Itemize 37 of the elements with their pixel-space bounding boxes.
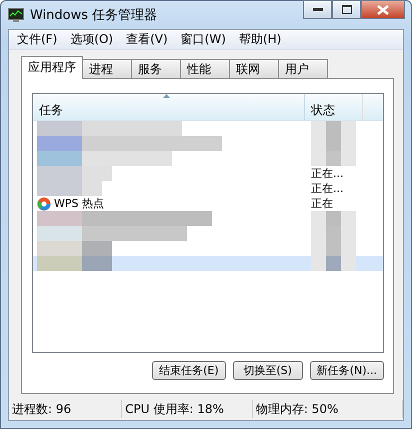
tab[interactable]: 应用程序 bbox=[21, 56, 83, 79]
selected-row[interactable] bbox=[33, 256, 383, 271]
task-status: 正在... bbox=[311, 182, 344, 195]
minimize-icon bbox=[312, 8, 322, 11]
task-status: 正在 bbox=[311, 197, 333, 210]
action-button[interactable]: 切换至(S) bbox=[232, 361, 303, 380]
task-name: WPS 热点 bbox=[54, 196, 104, 211]
menu-item[interactable]: 选项(O) bbox=[66, 31, 122, 48]
tab[interactable]: 用户 bbox=[278, 59, 328, 78]
maximize-icon bbox=[342, 5, 352, 14]
status-text: 进程数: 96 bbox=[9, 400, 122, 418]
column-header[interactable]: 任务 bbox=[33, 94, 305, 120]
sort-arrow-icon bbox=[163, 94, 170, 98]
app-icon bbox=[37, 196, 51, 210]
tab[interactable]: 进程 bbox=[82, 59, 132, 78]
close-icon bbox=[377, 4, 389, 14]
monitor-icon bbox=[8, 8, 24, 22]
menu-item[interactable]: 帮助(H) bbox=[234, 31, 290, 48]
table-row[interactable]: 正在... bbox=[33, 181, 383, 196]
menu-item[interactable]: 文件(F) bbox=[13, 31, 66, 48]
window-title: Windows 任务管理器 bbox=[30, 7, 158, 24]
table-row[interactable]: 正在... bbox=[33, 166, 383, 181]
action-button[interactable]: 结束任务(E) bbox=[152, 361, 226, 380]
table-row[interactable]: WPS 热点 正在 bbox=[33, 196, 383, 211]
menu-item[interactable]: 窗口(W) bbox=[176, 31, 235, 48]
action-button[interactable]: 新任务(N)... bbox=[310, 361, 384, 380]
tab[interactable]: 性能 bbox=[180, 59, 230, 78]
status-text: 物理内存: 50% bbox=[252, 400, 403, 418]
minimize-button[interactable] bbox=[303, 0, 332, 19]
close-button[interactable] bbox=[361, 0, 405, 19]
status-text: CPU 使用率: 18% bbox=[122, 400, 253, 418]
column-header[interactable]: 状态 bbox=[305, 94, 363, 120]
maximize-button[interactable] bbox=[332, 0, 361, 19]
task-status: 正在... bbox=[311, 167, 344, 180]
tab[interactable]: 服务 bbox=[131, 59, 181, 78]
menu-item[interactable]: 查看(V) bbox=[122, 31, 177, 48]
tab[interactable]: 联网 bbox=[229, 59, 279, 78]
